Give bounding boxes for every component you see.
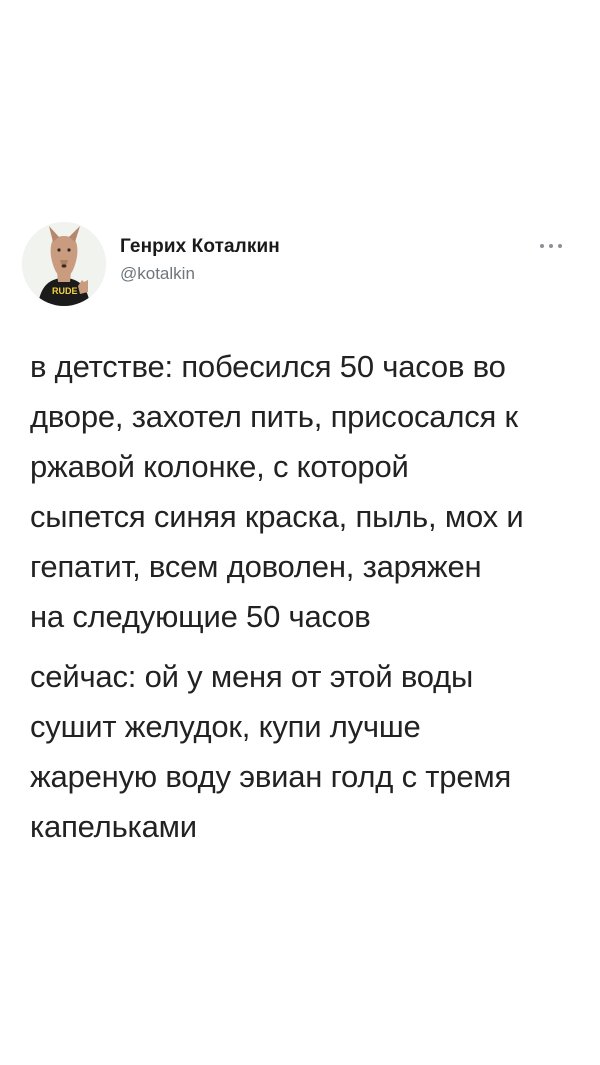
tweet-paragraph-now: сейчас: ой у меня от этой воды сушит жел…	[30, 659, 512, 844]
avatar-shirt: RUDE	[52, 286, 78, 296]
more-dots-icon	[540, 244, 562, 248]
handle[interactable]: @kotalkin	[120, 264, 280, 284]
tweet-header: RUDE Генрих Коталкин @kotalkin	[22, 222, 578, 312]
avatar-shirt-text: RUDE	[52, 286, 78, 296]
display-name[interactable]: Генрих Коталкин	[120, 236, 280, 258]
avatar[interactable]: RUDE	[22, 222, 106, 306]
author-block: Генрих Коталкин @kotalkin	[120, 236, 280, 284]
tweet-card: RUDE Генрих Коталкин @kotalkin в детстве…	[0, 0, 600, 1065]
tweet-text: в детстве: побесился 50 часов во дворе, …	[30, 342, 580, 852]
tweet-paragraph-then: в детстве: побесился 50 часов во дворе, …	[30, 349, 524, 634]
more-button[interactable]	[534, 236, 568, 256]
